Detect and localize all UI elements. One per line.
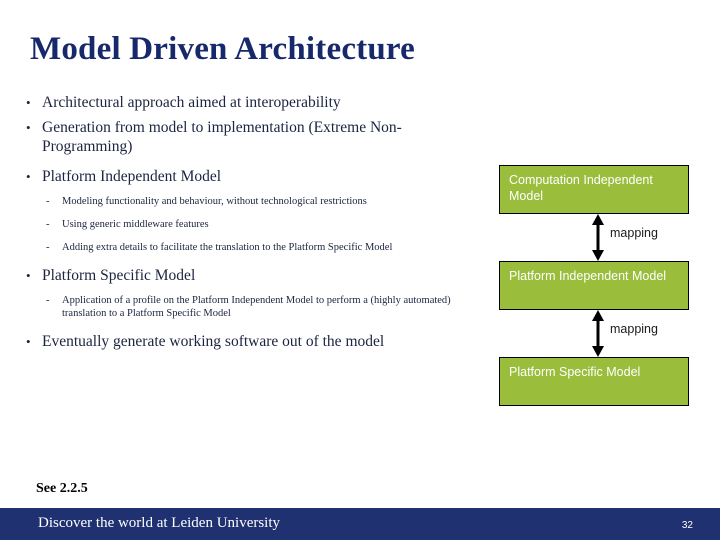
bullet-list: • Architectural approach aimed at intero… — [22, 93, 492, 357]
list-item-label: Eventually generate working software out… — [42, 333, 385, 350]
list-item: • Architectural approach aimed at intero… — [22, 93, 492, 112]
list-item: • Eventually generate working software o… — [22, 332, 492, 351]
list-item: • Generation from model to implementatio… — [22, 118, 492, 156]
footer-tagline: Discover the world at Leiden University — [38, 515, 281, 531]
diagram-box-platform-specific-model: Platform Specific Model — [499, 357, 689, 406]
bullet-marker: • — [26, 120, 31, 135]
list-item: • Platform Independent Model — [22, 167, 492, 186]
reference-note: See 2.2.5 — [36, 481, 88, 496]
list-item-label: Platform Independent Model — [42, 168, 222, 185]
list-item-label: Adding extra details to facilitate the t… — [62, 242, 393, 253]
bullet-marker: - — [46, 219, 50, 230]
bullet-marker: • — [26, 334, 31, 349]
list-item: - Modeling functionality and behaviour, … — [22, 195, 492, 208]
bullet-marker: • — [26, 169, 31, 184]
diagram-box-computation-independent-model: Computation Independent Model — [499, 165, 689, 214]
mda-diagram: Computation Independent Model mapping Pl… — [499, 165, 691, 410]
double-arrow-icon — [592, 310, 604, 357]
connector-label-mapping: mapping — [610, 226, 658, 240]
list-item-label: Using generic middleware features — [62, 219, 209, 230]
connector-cim-pim: mapping — [588, 214, 688, 261]
list-item-label: Generation from model to implementation … — [42, 119, 402, 155]
list-item-label: Application of a profile on the Platform… — [62, 295, 451, 319]
list-item-label: Platform Specific Model — [42, 267, 196, 284]
list-item: - Application of a profile on the Platfo… — [22, 294, 492, 320]
bullet-marker: - — [46, 196, 50, 207]
bullet-marker: - — [46, 242, 50, 253]
bullet-marker: - — [46, 295, 50, 306]
list-item-label: Architectural approach aimed at interope… — [42, 94, 341, 111]
connector-label-mapping: mapping — [610, 322, 658, 336]
list-item: - Using generic middleware features — [22, 218, 492, 231]
list-item: - Adding extra details to facilitate the… — [22, 241, 492, 254]
diagram-box-platform-independent-model: Platform Independent Model — [499, 261, 689, 310]
double-arrow-icon — [592, 214, 604, 261]
bullet-marker: • — [26, 95, 31, 110]
footer-bar: Discover the world at Leiden University … — [0, 508, 720, 540]
list-item-label: Modeling functionality and behaviour, wi… — [62, 196, 367, 207]
list-item: • Platform Specific Model — [22, 266, 492, 285]
slide-canvas: Model Driven Architecture • Architectura… — [0, 0, 720, 540]
bullet-marker: • — [26, 268, 31, 283]
page-title: Model Driven Architecture — [30, 31, 416, 67]
page-number: 32 — [681, 520, 693, 531]
connector-pim-psm: mapping — [588, 310, 688, 357]
